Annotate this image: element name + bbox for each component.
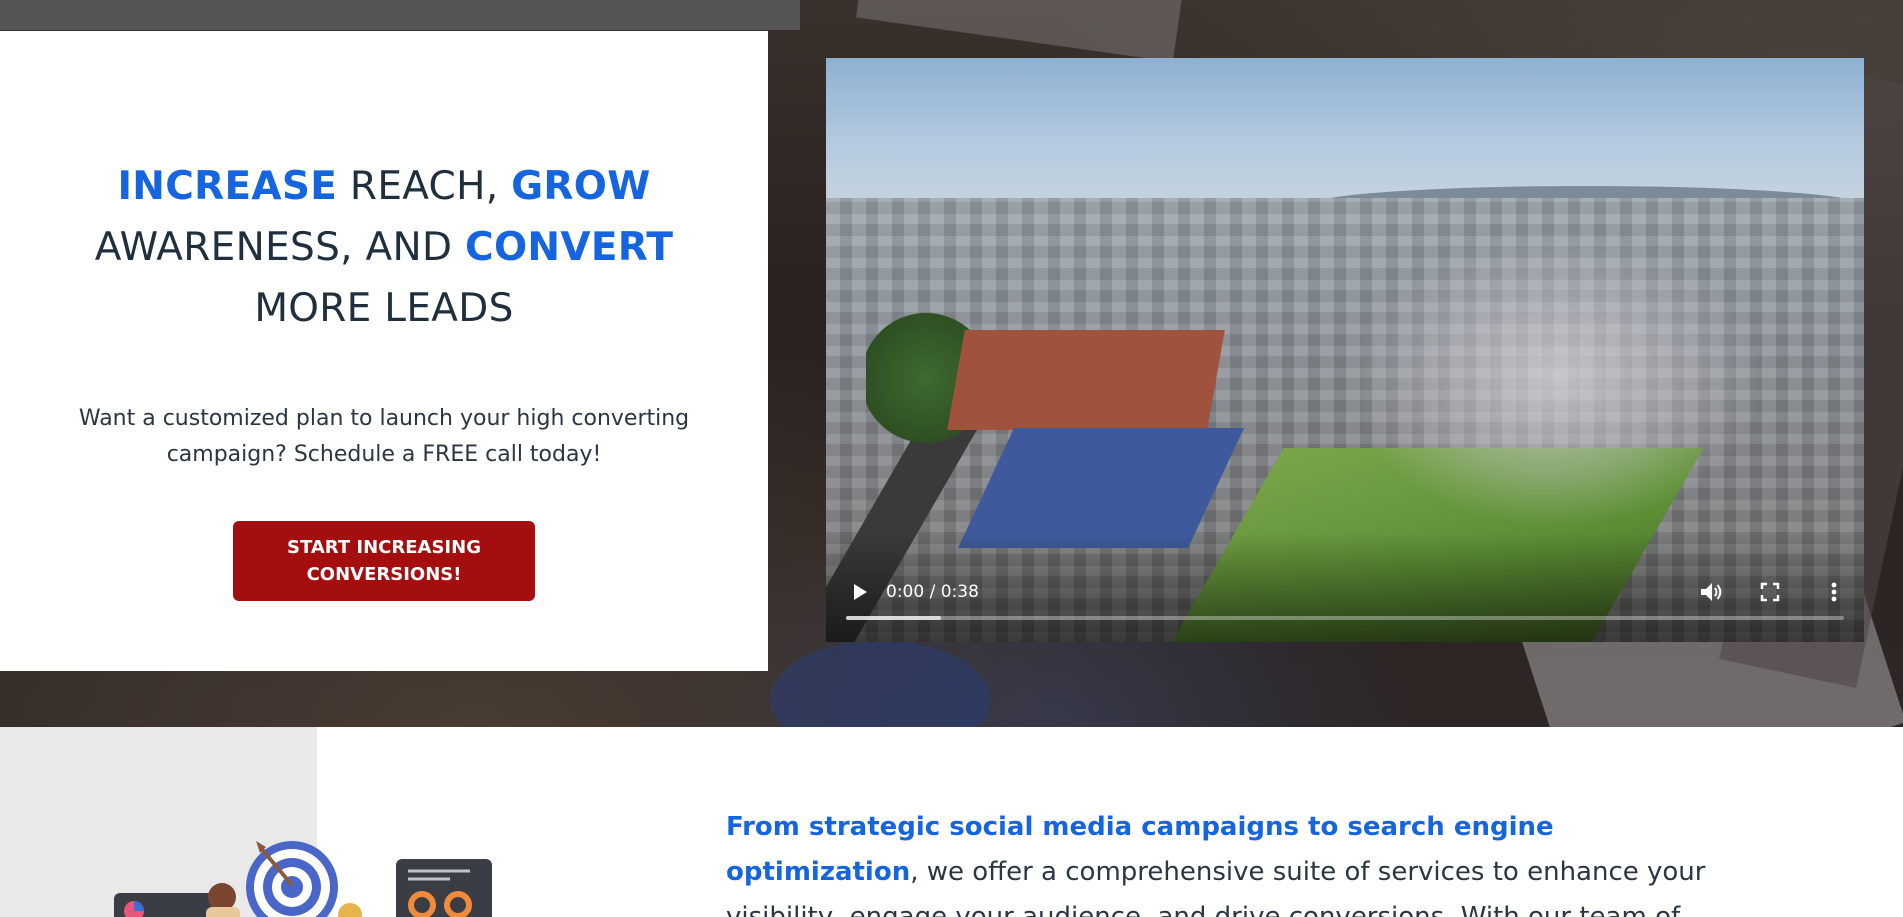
services-section: From strategic social media campaigns to…: [0, 727, 1903, 917]
target-icon: [246, 841, 338, 917]
hero-title-text: MORE LEADS: [254, 286, 514, 331]
marketing-illustration: [114, 841, 492, 917]
background-paper: [855, 0, 1185, 62]
play-icon[interactable]: [848, 580, 872, 604]
person-icon: [208, 883, 236, 911]
video-player[interactable]: 0:00 / 0:38: [826, 58, 1864, 642]
hero-subtitle: Want a customized plan to launch your hi…: [78, 406, 690, 467]
video-frame-sky: [826, 58, 1864, 208]
video-controls: 0:00 / 0:38: [826, 562, 1864, 642]
volume-icon[interactable]: [1698, 580, 1724, 604]
coins-icon: [338, 903, 362, 917]
hero-title-text: REACH,: [337, 164, 512, 209]
hero-title-text: AWARENESS, AND: [94, 225, 466, 270]
hero-title-accent: CONVERT: [465, 225, 674, 270]
fullscreen-icon[interactable]: [1758, 580, 1782, 604]
chart-card-icon: [396, 859, 492, 917]
more-options-icon[interactable]: [1828, 580, 1840, 604]
background-laptop: [0, 0, 800, 30]
video-frame-building: [947, 330, 1225, 430]
video-time-display: 0:00 / 0:38: [886, 582, 979, 602]
services-description: From strategic social media campaigns to…: [726, 805, 1736, 917]
hero-card: INCREASE REACH, GROW AWARENESS, AND CONV…: [0, 31, 768, 671]
hero-title: INCREASE REACH, GROW AWARENESS, AND CONV…: [34, 156, 734, 339]
video-frame-smoke: [1346, 228, 1766, 528]
video-progress-bar[interactable]: [846, 616, 1844, 620]
background-cup: [770, 640, 990, 727]
hero-section: INCREASE REACH, GROW AWARENESS, AND CONV…: [0, 0, 1903, 727]
start-increasing-conversions-button[interactable]: START INCREASING CONVERSIONS!: [233, 521, 535, 601]
video-buffer-indicator: [846, 616, 941, 620]
hero-title-accent: GROW: [511, 164, 651, 209]
hero-title-accent: INCREASE: [117, 164, 338, 209]
